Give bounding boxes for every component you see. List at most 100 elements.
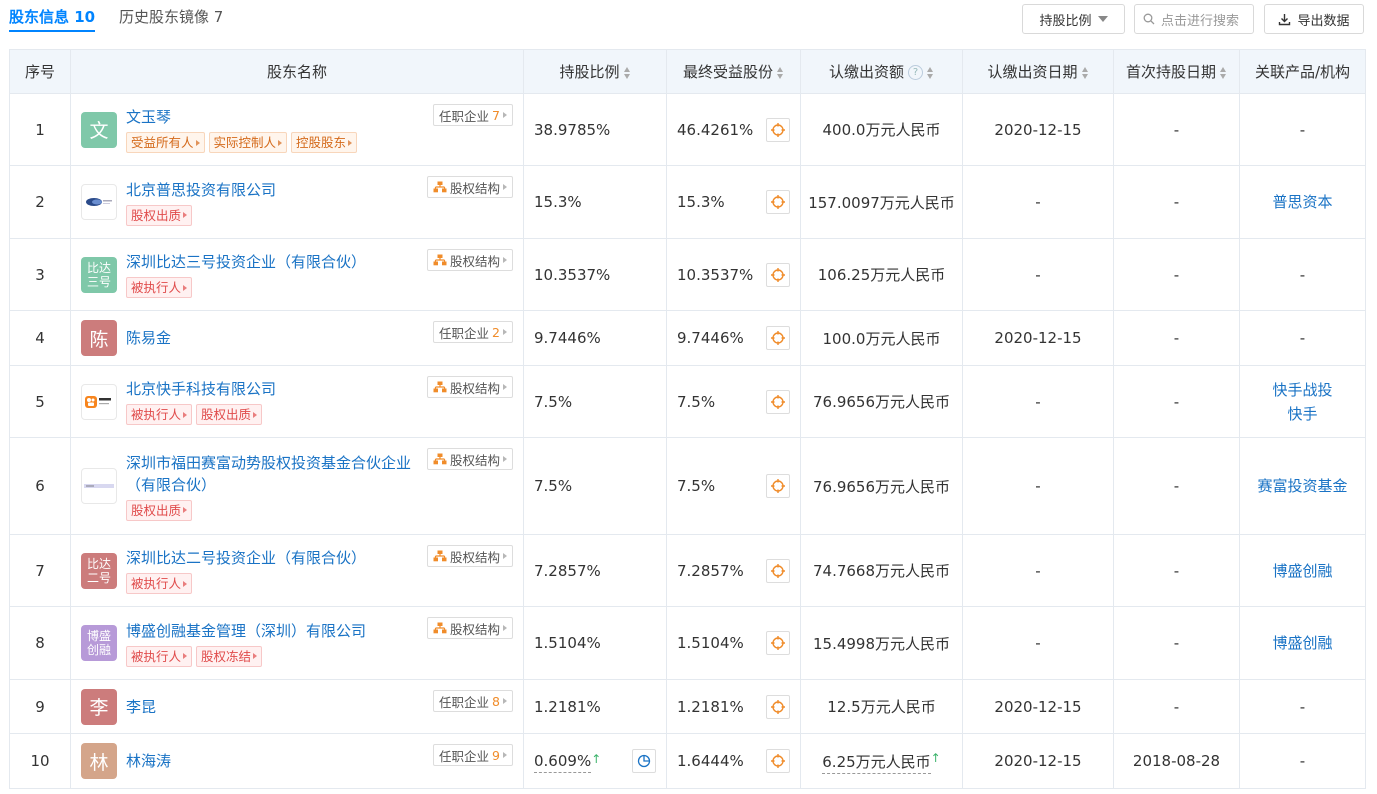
final-benefit-cell: 46.4261% <box>666 93 801 166</box>
shareholder-cell: 北京普思投资有限公司 股权出质 股权结构 <box>70 165 524 239</box>
benefit-path-button[interactable] <box>766 326 790 350</box>
shareholder-table: 序号 股东名称 持股比例 最终受益股份 认缴出资额? 认缴出资日期 首次持股日期… <box>9 49 1366 789</box>
shareholder-cell: 博盛 创融 博盛创融基金管理（深圳）有限公司 被执行人 股权冻结 股权结构 <box>70 606 524 680</box>
equity-structure-button[interactable]: 股权结构 <box>426 376 513 398</box>
risk-tag[interactable]: 被执行人 <box>126 573 193 594</box>
final-benefit-value: 1.6444% <box>677 752 744 770</box>
tab-shareholder-info[interactable]: 股东信息 10 <box>9 6 96 32</box>
ratio-value: 7.2857% <box>534 561 601 580</box>
avatar-text: 陈 <box>89 328 109 351</box>
related-product-link[interactable]: 普思资本 <box>1240 190 1365 214</box>
related-empty: - <box>1299 265 1306 284</box>
amount-cell: 15.4998万元人民币 <box>800 606 963 680</box>
sort-icon[interactable] <box>927 66 934 79</box>
amount-cell: 106.25万元人民币 <box>800 238 963 311</box>
row-index: 9 <box>9 679 71 734</box>
equity-structure-icon <box>433 381 447 393</box>
arrow-right-icon <box>253 411 258 418</box>
benefit-path-button[interactable] <box>766 558 790 583</box>
related-companies-button[interactable]: 任职企业 9 <box>433 744 513 766</box>
final-benefit-cell: 15.3% <box>666 165 801 239</box>
shareholder-name-link[interactable]: 北京普思投资有限公司 <box>126 179 413 201</box>
shareholder-name-link[interactable]: 深圳比达二号投资企业（有限合伙） <box>126 547 413 569</box>
sort-icon[interactable] <box>623 66 631 79</box>
risk-tag[interactable]: 股权出质 <box>126 204 193 226</box>
benefit-path-button[interactable] <box>766 190 790 214</box>
risk-tag[interactable]: 被执行人 <box>126 645 193 667</box>
header-ratio[interactable]: 持股比例 <box>523 49 667 94</box>
related-product-link[interactable]: 博盛创融 <box>1240 631 1365 655</box>
pie-chart-button[interactable] <box>632 749 656 773</box>
risk-tag[interactable]: 股权冻结 <box>196 645 263 667</box>
risk-tag[interactable]: 股权出质 <box>126 499 193 521</box>
equity-structure-icon <box>433 622 447 634</box>
related-companies-button[interactable]: 任职企业 8 <box>433 690 513 712</box>
final-benefit-cell: 9.7446% <box>666 310 801 366</box>
amount-value: 400.0万元人民币 <box>822 121 941 139</box>
ratio-cell: 1.2181% <box>523 679 667 734</box>
benefit-path-button[interactable] <box>766 694 790 719</box>
related-product-link[interactable]: 快手 <box>1240 402 1365 426</box>
shareholder-name-link[interactable]: 李昆 <box>126 696 413 718</box>
target-icon <box>771 636 785 650</box>
final-benefit-value: 7.5% <box>677 477 716 495</box>
related-companies-button[interactable]: 任职企业 2 <box>433 321 513 343</box>
tab-history-shareholders[interactable]: 历史股东镜像 7 <box>119 6 223 27</box>
header-final-benefit[interactable]: 最终受益股份 <box>666 49 801 94</box>
equity-structure-button[interactable]: 股权结构 <box>426 176 513 198</box>
help-icon[interactable]: ? <box>908 65 923 80</box>
export-button[interactable]: 导出数据 <box>1264 4 1364 34</box>
shareholder-name-link[interactable]: 文玉琴 <box>126 106 413 128</box>
ratio-filter-dropdown[interactable]: 持股比例 <box>1022 4 1125 34</box>
tag-list: 被执行人 <box>126 573 413 594</box>
target-icon <box>771 563 785 578</box>
equity-structure-button[interactable]: 股权结构 <box>426 249 513 271</box>
sort-icon[interactable] <box>1220 66 1227 79</box>
shareholder-name-link[interactable]: 博盛创融基金管理（深圳）有限公司 <box>126 620 413 642</box>
risk-tag[interactable]: 被执行人 <box>126 277 193 298</box>
avatar: 比达 二号 <box>81 552 117 589</box>
benefit-path-button[interactable] <box>766 262 790 287</box>
related-product-link[interactable]: 赛富投资基金 <box>1240 474 1365 498</box>
header-final-label: 最终受益股份 <box>682 63 773 81</box>
shareholder-name-link[interactable]: 深圳市福田赛富动势股权投资基金合伙企业（有限合伙） <box>126 452 413 496</box>
sort-icon[interactable] <box>777 66 784 79</box>
header-first-date-label: 首次持股日期 <box>1125 63 1216 81</box>
risk-tag[interactable]: 股权出质 <box>196 404 263 425</box>
ratio-cell: 38.9785% <box>523 93 667 166</box>
header-subscribed-amount[interactable]: 认缴出资额? <box>800 49 963 94</box>
risk-tag[interactable]: 受益所有人 <box>126 132 205 153</box>
shareholder-name-link[interactable]: 北京快手科技有限公司 <box>126 378 413 400</box>
benefit-path-button[interactable] <box>766 631 790 655</box>
related-product-link[interactable]: 快手战投 <box>1240 378 1365 402</box>
risk-tag[interactable]: 被执行人 <box>126 404 193 425</box>
ratio-cell: 9.7446% <box>523 310 667 366</box>
arrow-right-icon <box>503 112 507 118</box>
equity-structure-button[interactable]: 股权结构 <box>426 545 513 567</box>
header-first-hold-date[interactable]: 首次持股日期 <box>1113 49 1240 94</box>
sort-icon[interactable] <box>1081 66 1089 79</box>
final-benefit-value: 7.2857% <box>677 561 744 580</box>
benefit-path-button[interactable] <box>766 389 790 414</box>
benefit-path-button[interactable] <box>766 749 790 773</box>
shareholder-name-link[interactable]: 陈易金 <box>126 327 413 349</box>
search-input[interactable]: 点击进行搜索 <box>1134 4 1254 34</box>
shareholder-name-link[interactable]: 林海涛 <box>126 750 413 772</box>
shareholder-name-link[interactable]: 深圳比达三号投资企业（有限合伙） <box>126 251 413 273</box>
related-cell: - <box>1239 679 1366 734</box>
benefit-path-button[interactable] <box>766 117 790 142</box>
risk-tag[interactable]: 实际控制人 <box>208 132 288 153</box>
ratio-value: 0.609% <box>534 752 592 773</box>
final-benefit-cell: 10.3537% <box>666 238 801 311</box>
subscribed-date-cell: - <box>962 606 1114 680</box>
related-product-link[interactable]: 博盛创融 <box>1240 559 1365 583</box>
header-subscribed-date[interactable]: 认缴出资日期 <box>962 49 1114 94</box>
equity-structure-button[interactable]: 股权结构 <box>426 448 513 470</box>
tag-list: 被执行人 <box>126 277 413 298</box>
benefit-path-button[interactable] <box>766 474 790 498</box>
equity-structure-button[interactable]: 股权结构 <box>426 617 513 639</box>
risk-tag[interactable]: 控股股东 <box>291 132 358 153</box>
ratio-value: 15.3% <box>534 193 582 211</box>
related-companies-button[interactable]: 任职企业 7 <box>433 104 513 126</box>
related-cell: - <box>1239 238 1366 311</box>
